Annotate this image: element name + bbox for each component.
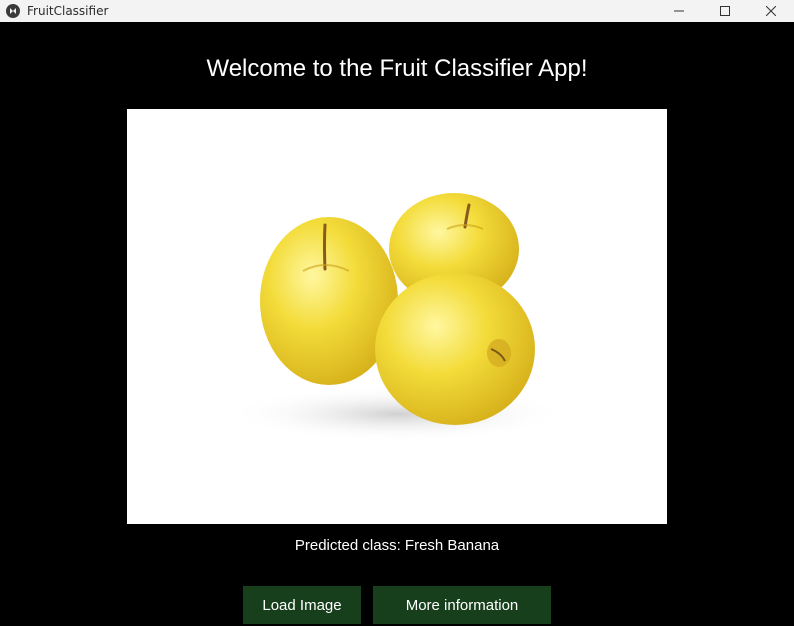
predicted-class-label: Predicted class: Fresh Banana [294,537,500,554]
fruit-image [127,109,667,524]
close-button[interactable] [748,0,794,22]
app-window: FruitClassifier Welcome to the Fruit Cla… [0,0,794,626]
window-title: FruitClassifier [27,4,109,18]
close-icon [766,6,776,16]
minimize-button[interactable] [656,0,702,22]
title-bar[interactable]: FruitClassifier [0,0,794,22]
maximize-icon [720,6,730,16]
window-controls [656,0,794,22]
more-information-button[interactable]: More information [373,586,551,624]
page-title: Welcome to the Fruit Classifier App! [206,55,588,82]
maximize-button[interactable] [702,0,748,22]
app-icon [6,4,20,18]
minimize-icon [674,10,684,12]
load-image-button[interactable]: Load Image [243,586,361,624]
